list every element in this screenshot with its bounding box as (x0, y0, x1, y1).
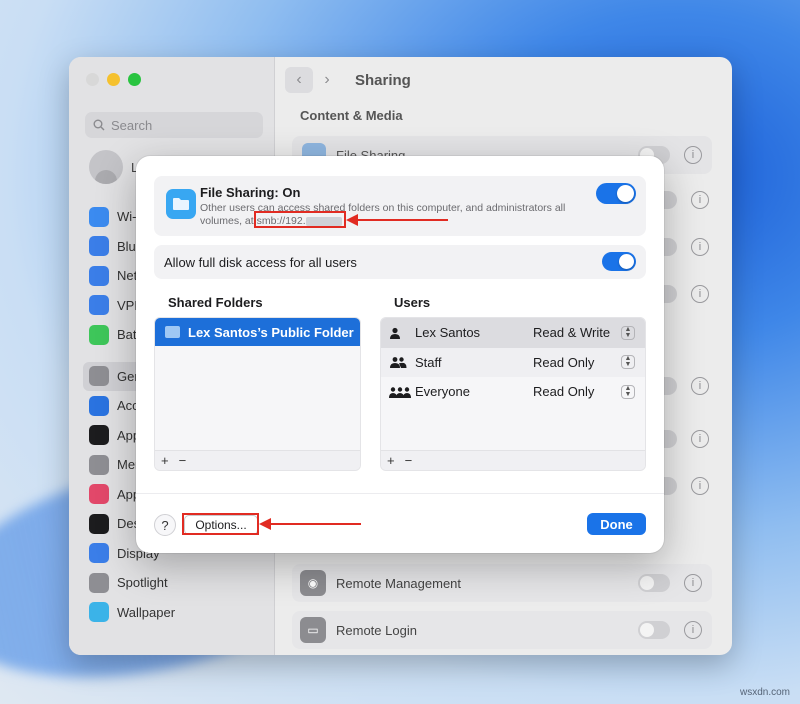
table-row[interactable]: Staff Read Only ▲ ▼ (381, 347, 645, 377)
list-item[interactable]: Lex Santos’s Public Folder (155, 318, 360, 346)
users-heading: Users (394, 295, 431, 310)
sidebar-item-icon (89, 265, 109, 286)
remote-login-row[interactable]: ▭ Remote Login i (292, 611, 712, 649)
user-permission: Read Only (533, 384, 595, 400)
info-icon[interactable]: i (691, 477, 709, 495)
permission-stepper[interactable]: ▲ ▼ (621, 384, 635, 399)
sidebar-item-icon (89, 425, 109, 446)
page-title: Sharing (355, 71, 411, 89)
person-icon (389, 327, 411, 339)
info-icon[interactable]: i (691, 430, 709, 448)
sidebar-item-icon (89, 513, 109, 534)
permission-stepper[interactable]: ▲ ▼ (621, 325, 635, 340)
arrow-left-icon (259, 518, 361, 530)
minimize-window-button[interactable] (107, 73, 120, 86)
remove-user-button[interactable]: − (405, 453, 413, 468)
search-icon (93, 119, 105, 131)
users-list: Lex Santos Read & Write ▲ ▼ Staff Read On… (380, 317, 646, 471)
full-disk-access-toggle[interactable] (602, 252, 636, 271)
arrow-left-icon (346, 214, 448, 226)
info-icon[interactable]: i (691, 238, 709, 256)
sidebar-item-icon (89, 206, 109, 227)
file-sharing-status-card: File Sharing: On Other users can access … (154, 176, 646, 236)
sidebar-item-icon (89, 454, 109, 475)
window-controls (86, 73, 141, 86)
close-window-button[interactable] (86, 73, 99, 86)
sidebar-item-label: Spotlight (117, 575, 168, 591)
shared-folders-heading: Shared Folders (168, 295, 263, 310)
user-permission: Read Only (533, 354, 595, 370)
info-icon[interactable]: i (684, 621, 702, 639)
toolbar: ‹ › Sharing (275, 57, 732, 103)
done-button[interactable]: Done (587, 513, 646, 535)
permission-stepper[interactable]: ▲ ▼ (621, 355, 635, 370)
sidebar-search[interactable]: Search (85, 112, 263, 138)
shared-folder-label: Lex Santos’s Public Folder (188, 324, 354, 340)
watermark: wsxdn.com (739, 687, 790, 698)
user-name: Lex Santos (415, 325, 481, 341)
row-controls: i (638, 621, 702, 639)
sidebar-item-label: Wallpaper (117, 604, 176, 620)
folder-icon (166, 189, 196, 219)
users-footer: + − (381, 450, 645, 470)
remote-management-row[interactable]: ◉ Remote Management i (292, 564, 712, 602)
remove-folder-button[interactable]: − (179, 453, 187, 468)
file-sharing-toggle[interactable] (596, 183, 636, 204)
sidebar-item-icon (89, 602, 109, 623)
terminal-icon: ▭ (300, 617, 326, 643)
chevron-left-icon: ‹ (296, 71, 302, 88)
add-folder-button[interactable]: + (161, 453, 169, 468)
sidebar-item-icon (89, 572, 109, 593)
remote-management-label: Remote Management (336, 575, 462, 591)
sidebar-item-icon (89, 484, 109, 505)
full-disk-access-card: Allow full disk access for all users (154, 245, 646, 279)
sidebar-item-icon (89, 295, 109, 316)
info-icon[interactable]: i (684, 146, 702, 164)
help-button[interactable]: ? (154, 514, 176, 536)
info-icon[interactable]: i (691, 191, 709, 209)
row-controls: i (638, 574, 702, 592)
add-user-button[interactable]: + (387, 453, 395, 468)
forward-button[interactable]: › (313, 67, 341, 93)
table-row[interactable]: Lex Santos Read & Write ▲ ▼ (381, 318, 645, 348)
info-icon[interactable]: i (691, 285, 709, 303)
user-name: Everyone (415, 384, 470, 400)
avatar (89, 150, 123, 184)
sidebar-item-icon (89, 366, 109, 387)
sidebar-item[interactable]: Spotlight (83, 568, 263, 598)
smb-address-highlight (254, 211, 346, 228)
sidebar-item-icon (89, 543, 109, 564)
divider (136, 493, 664, 494)
group-icon (389, 356, 411, 369)
sidebar-item-icon (89, 324, 109, 345)
folder-icon (165, 326, 180, 338)
chevron-right-icon: › (324, 71, 330, 88)
zoom-window-button[interactable] (128, 73, 141, 86)
remote-login-label: Remote Login (336, 622, 417, 638)
search-placeholder: Search (111, 117, 153, 133)
everyone-icon (389, 386, 411, 398)
back-button[interactable]: ‹ (285, 67, 313, 93)
user-name: Staff (415, 354, 442, 370)
info-icon[interactable]: i (691, 377, 709, 395)
options-button-highlight (182, 513, 259, 535)
sidebar-item-icon (89, 236, 109, 257)
full-disk-access-label: Allow full disk access for all users (164, 255, 357, 270)
info-icon[interactable]: i (684, 574, 702, 592)
sidebar-item-label: Wi- (117, 209, 137, 225)
shared-folders-footer: + − (155, 450, 360, 470)
sidebar-item[interactable]: Wallpaper (83, 598, 263, 628)
remote-management-toggle[interactable] (638, 574, 670, 592)
user-permission: Read & Write (533, 325, 611, 341)
section-heading: Content & Media (300, 108, 403, 123)
shared-folders-list: Lex Santos’s Public Folder + − (154, 317, 361, 471)
binoculars-icon: ◉ (300, 570, 326, 596)
file-sharing-title: File Sharing: On (200, 185, 301, 200)
remote-login-toggle[interactable] (638, 621, 670, 639)
sidebar-item-icon (89, 395, 109, 416)
table-row[interactable]: Everyone Read Only ▲ ▼ (381, 377, 645, 407)
